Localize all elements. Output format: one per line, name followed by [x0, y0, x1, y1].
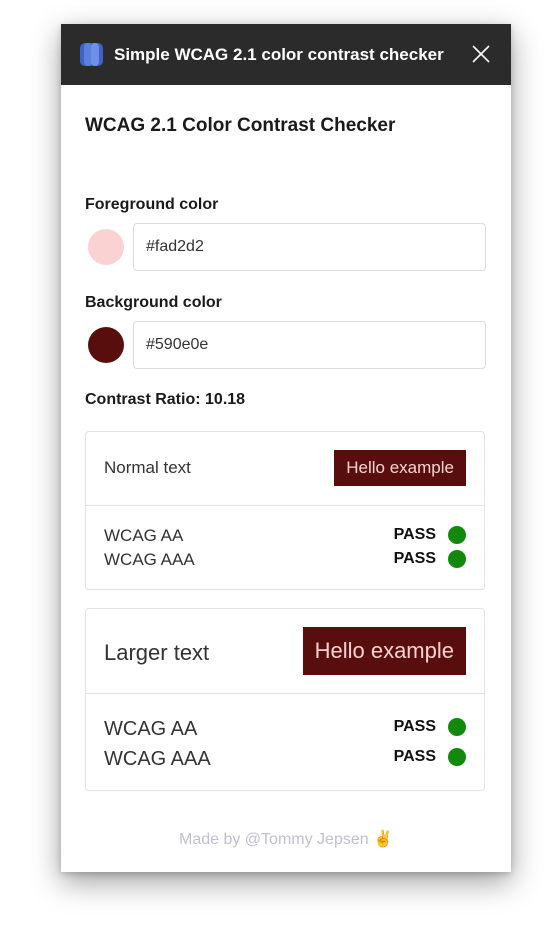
- larger-text-results: WCAG AA PASS WCAG AAA PASS: [86, 694, 484, 790]
- larger-aa-result: PASS: [394, 718, 466, 736]
- extension-popup-window: Simple WCAG 2.1 color contrast checker W…: [61, 24, 511, 872]
- pass-status-icon: [448, 748, 466, 766]
- page-title: WCAG 2.1 Color Contrast Checker: [85, 115, 396, 136]
- contrast-ratio: Contrast Ratio: 10.18: [85, 391, 245, 409]
- larger-aaa-pass-text: PASS: [393, 748, 436, 765]
- close-button[interactable]: [465, 38, 497, 70]
- normal-text-example: Hello example: [334, 450, 466, 486]
- normal-text-card: Normal text Hello example WCAG AA PASS W…: [85, 431, 485, 590]
- pass-status-icon: [448, 550, 466, 568]
- title-bar: Simple WCAG 2.1 color contrast checker: [61, 24, 511, 85]
- footer-text: Made by @Tommy Jepsen ✌️: [178, 831, 393, 848]
- window-title: Simple WCAG 2.1 color contrast checker: [114, 45, 444, 64]
- larger-aa-label: WCAG AA: [104, 718, 198, 740]
- larger-aa-pass-text: PASS: [393, 718, 436, 735]
- foreground-color-label: Foreground color: [85, 196, 219, 213]
- normal-aa-pass-text: PASS: [393, 526, 436, 543]
- normal-aa-result: PASS: [394, 526, 466, 544]
- foreground-color-swatch[interactable]: [88, 229, 124, 265]
- footer-credit: Made by @Tommy Jepsen ✌️: [85, 829, 487, 849]
- normal-text-results: WCAG AA PASS WCAG AAA PASS: [86, 506, 484, 590]
- background-color-input[interactable]: [133, 321, 486, 369]
- contrast-ratio-label: Contrast Ratio:: [85, 391, 201, 408]
- normal-aa-label: WCAG AA: [104, 526, 184, 545]
- background-color-label: Background color: [85, 294, 222, 311]
- pass-status-icon: [448, 526, 466, 544]
- larger-aaa-label: WCAG AAA: [104, 748, 211, 770]
- normal-text-preview: Normal text Hello example: [86, 432, 484, 506]
- normal-aaa-label: WCAG AAA: [104, 550, 195, 569]
- larger-text-preview: Larger text Hello example: [86, 609, 484, 694]
- larger-aaa-result: PASS: [394, 748, 466, 766]
- normal-aaa-pass-text: PASS: [393, 550, 436, 567]
- larger-text-example: Hello example: [302, 627, 466, 675]
- pass-status-icon: [448, 718, 466, 736]
- larger-text-card: Larger text Hello example WCAG AA PASS W…: [85, 608, 485, 791]
- foreground-color-input[interactable]: [133, 223, 486, 271]
- close-icon: [472, 45, 490, 63]
- normal-aaa-result: PASS: [394, 550, 466, 568]
- app-logo-icon: [80, 43, 103, 66]
- larger-text-label: Larger text: [104, 640, 210, 665]
- normal-text-label: Normal text: [104, 458, 191, 477]
- contrast-ratio-value: 10.18: [205, 391, 246, 408]
- background-color-swatch[interactable]: [88, 327, 124, 363]
